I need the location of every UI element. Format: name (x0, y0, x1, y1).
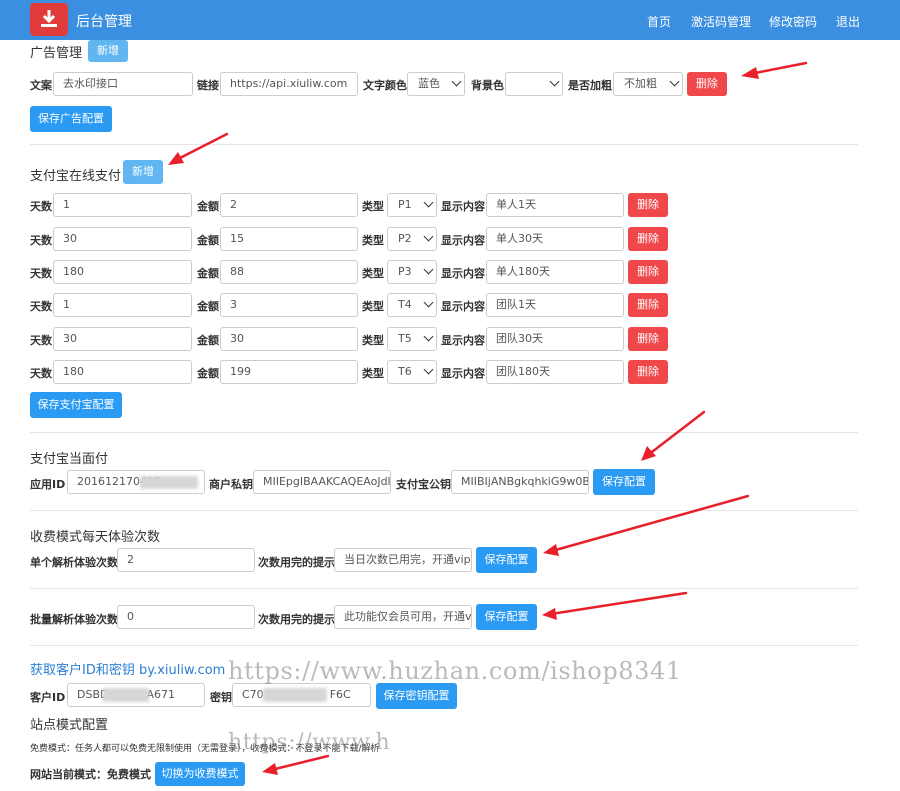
red-arrow-icon (641, 410, 706, 461)
red-arrow-icon (543, 494, 750, 556)
red-arrow-icon (262, 754, 330, 775)
red-arrow-icon (741, 61, 808, 79)
red-arrow-icon (168, 132, 229, 165)
red-arrow-icon (542, 591, 688, 620)
annotation-arrows (168, 61, 808, 775)
